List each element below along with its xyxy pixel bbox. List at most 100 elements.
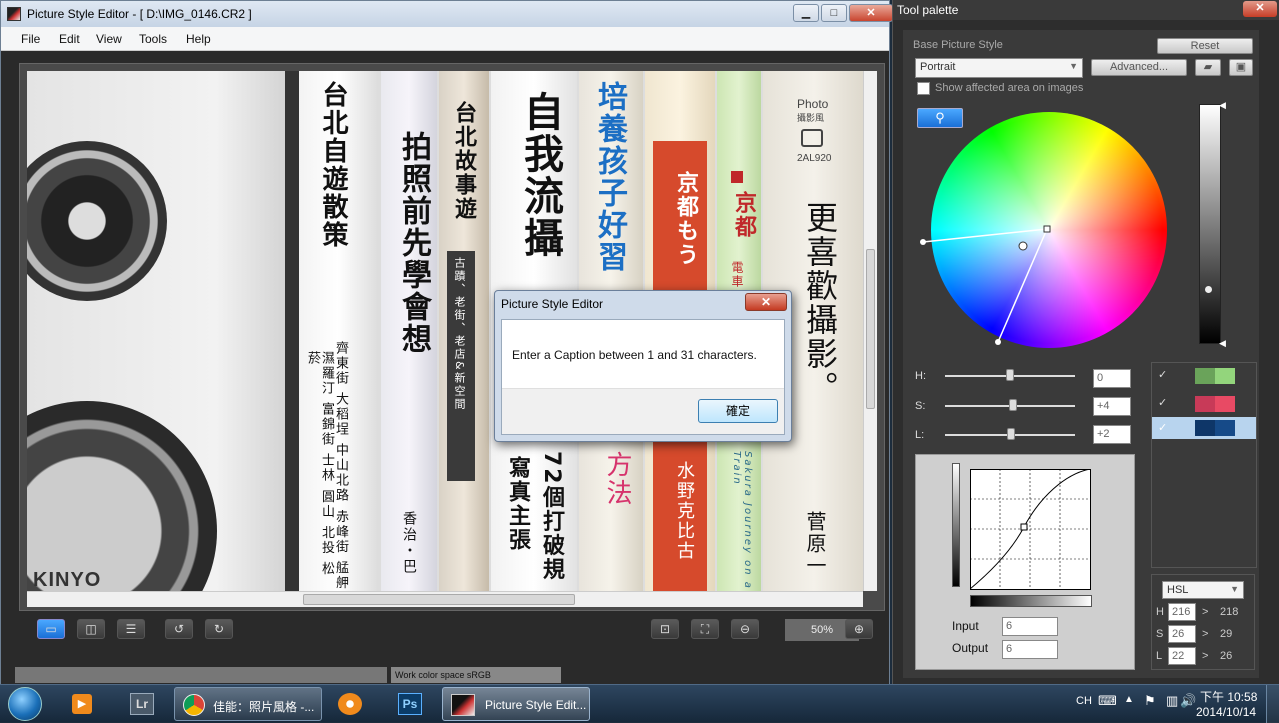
readout-row-s: S 26 > 29 (1156, 625, 1252, 643)
zoom-in-button[interactable]: ⊕ (845, 619, 873, 639)
hue-range-selector[interactable] (903, 90, 1203, 380)
output-value-field[interactable]: 6 (1002, 640, 1058, 659)
lightness-top-marker-icon[interactable]: ◀ (1219, 100, 1226, 111)
split-horizontal-icon: ☰ (125, 622, 137, 636)
readout-l-arrow: > (1202, 650, 1209, 662)
tone-curve-graph[interactable] (970, 469, 1092, 591)
color-entry-2[interactable]: ✓ (1152, 393, 1256, 415)
input-value-field[interactable]: 6 (1002, 617, 1058, 636)
book-4-sub-a: 寫真主張 (505, 456, 530, 552)
color-entry-3[interactable]: ✓ (1152, 417, 1256, 439)
rotate-left-button[interactable]: ↺ (165, 619, 193, 639)
book-6-author: 水野克比古 (674, 461, 695, 561)
single-view-icon: ▭ (45, 622, 57, 636)
zoom-out-icon: ⊖ (739, 622, 751, 636)
readout-row-h: H 216 > 218 (1156, 603, 1252, 621)
color-adjust-list: ✓ ✓ ✓ (1151, 362, 1257, 568)
rotate-right-button[interactable]: ↻ (205, 619, 233, 639)
dialog-title: Picture Style Editor (501, 297, 604, 311)
open-file-button[interactable]: ▰ (1195, 59, 1221, 76)
book-spine-3: 台北故事遊 古蹟、老街、老店&新空間 (439, 71, 489, 591)
input-language[interactable]: CH (1076, 695, 1092, 707)
color-entry-2-check[interactable]: ✓ (1158, 396, 1167, 409)
status-bar: Work color space sRGB (1, 665, 889, 685)
device-edge (285, 71, 299, 591)
dialog-footer: 確定 (502, 388, 784, 434)
show-hidden-icons-icon[interactable]: ▲ (1124, 694, 1134, 705)
menu-help[interactable]: Help (186, 32, 211, 46)
main-titlebar[interactable]: Picture Style Editor - [ D:\IMG_0146.CR2… (1, 1, 893, 27)
menu-view[interactable]: View (96, 32, 122, 46)
taskbar-media-player[interactable]: ▶ (64, 688, 100, 720)
taskbar-lightroom[interactable]: Lr (122, 688, 162, 720)
lightness-bar[interactable] (1199, 104, 1221, 344)
color-entry-3-swatch (1195, 420, 1235, 436)
base-style-select[interactable]: Portrait ▼ (915, 58, 1083, 78)
zoom-out-button[interactable]: ⊖ (731, 619, 759, 639)
start-orb-icon[interactable] (8, 687, 42, 721)
menu-edit[interactable]: Edit (59, 32, 80, 46)
horizontal-scrollbar[interactable] (27, 591, 863, 607)
s-value-field[interactable]: +4 (1093, 397, 1131, 416)
keyboard-icon[interactable]: ⌨ (1098, 693, 1117, 709)
minimize-button[interactable]: ▁ (793, 4, 819, 22)
book-spine-1: 台北自遊散策 齊東街 大稻埕 中山北路 赤峰街 艋舺 濕羅汀 富錦街 士林 圓山… (299, 71, 377, 591)
l-value-field[interactable]: +2 (1093, 425, 1131, 444)
horizontal-scroll-thumb[interactable] (303, 594, 575, 605)
lightness-marker[interactable] (1205, 286, 1212, 293)
readout-h-arrow: > (1202, 606, 1209, 618)
fit-window-button[interactable]: ⛶ (691, 619, 719, 639)
clock-time[interactable]: 下午 10:58 (1200, 688, 1257, 705)
palette-titlebar[interactable]: Tool palette ✕ (893, 0, 1279, 20)
book-3-sub: 古蹟、老街、老店&新空間 (453, 257, 466, 411)
split-horizontal-button[interactable]: ☰ (117, 619, 145, 639)
readout-h-from: 216 (1168, 603, 1196, 621)
palette-close-button[interactable]: ✕ (1243, 1, 1277, 17)
taskbar-app-orange[interactable] (330, 688, 370, 720)
maximize-button[interactable]: □ (821, 4, 847, 22)
tool-palette: Tool palette ✕ Base Picture Style Reset … (892, 0, 1279, 684)
menu-file[interactable]: File (21, 32, 40, 46)
network-icon[interactable]: ▥ (1166, 693, 1178, 709)
show-desktop-button[interactable] (1266, 685, 1279, 723)
lightness-bottom-marker-icon[interactable]: ◀ (1219, 338, 1226, 349)
save-button[interactable]: ▣ (1229, 59, 1253, 76)
color-entry-1-swatch (1195, 368, 1235, 384)
h-value-field[interactable]: 0 (1093, 369, 1131, 388)
split-vertical-button[interactable]: ◫ (77, 619, 105, 639)
fit-window-icon: ⛶ (700, 622, 710, 636)
volume-icon[interactable]: 🔊 (1180, 693, 1196, 709)
s-label: S: (915, 400, 926, 412)
readout-l-label: L (1156, 650, 1163, 662)
book-5-sub: 方法 (602, 451, 632, 507)
s-slider-knob[interactable] (1009, 399, 1017, 411)
color-entry-1-check[interactable]: ✓ (1158, 368, 1167, 381)
clock-date[interactable]: 2014/10/14 (1196, 705, 1256, 719)
chrome-task-label: 佳能：照片風格 -... (213, 700, 315, 714)
close-button[interactable]: ✕ (849, 4, 893, 22)
readout-h-to: 218 (1220, 606, 1239, 618)
taskbar-photoshop[interactable]: Ps (390, 688, 430, 720)
menu-tools[interactable]: Tools (139, 32, 167, 46)
book-3-title: 台北故事遊 (451, 101, 476, 221)
taskbar-picture-style-editor[interactable]: Picture Style Edit... (442, 687, 590, 721)
single-view-button[interactable]: ▭ (37, 619, 65, 639)
ok-button[interactable]: 確定 (698, 399, 778, 423)
h-label: H: (915, 370, 926, 382)
vertical-scroll-thumb[interactable] (866, 249, 875, 409)
color-entry-1[interactable]: ✓ (1152, 365, 1256, 387)
readout-l-from: 22 (1168, 647, 1196, 665)
advanced-button[interactable]: Advanced... (1091, 59, 1187, 76)
action-center-flag-icon[interactable]: ⚑ (1144, 693, 1156, 709)
l-slider-knob[interactable] (1007, 428, 1015, 440)
camera-icon (801, 129, 823, 147)
vertical-scrollbar[interactable] (863, 71, 877, 591)
color-entry-3-check[interactable]: ✓ (1158, 421, 1167, 434)
dialog-close-button[interactable]: ✕ (745, 293, 787, 311)
actual-size-button[interactable]: ⊡ (651, 619, 679, 639)
actual-size-icon: ⊡ (659, 622, 671, 636)
reset-button[interactable]: Reset (1157, 38, 1253, 54)
h-slider-knob[interactable] (1006, 369, 1014, 381)
color-space-select[interactable]: HSL ▼ (1162, 581, 1244, 599)
taskbar-chrome[interactable]: 佳能：照片風格 -... (174, 687, 322, 721)
